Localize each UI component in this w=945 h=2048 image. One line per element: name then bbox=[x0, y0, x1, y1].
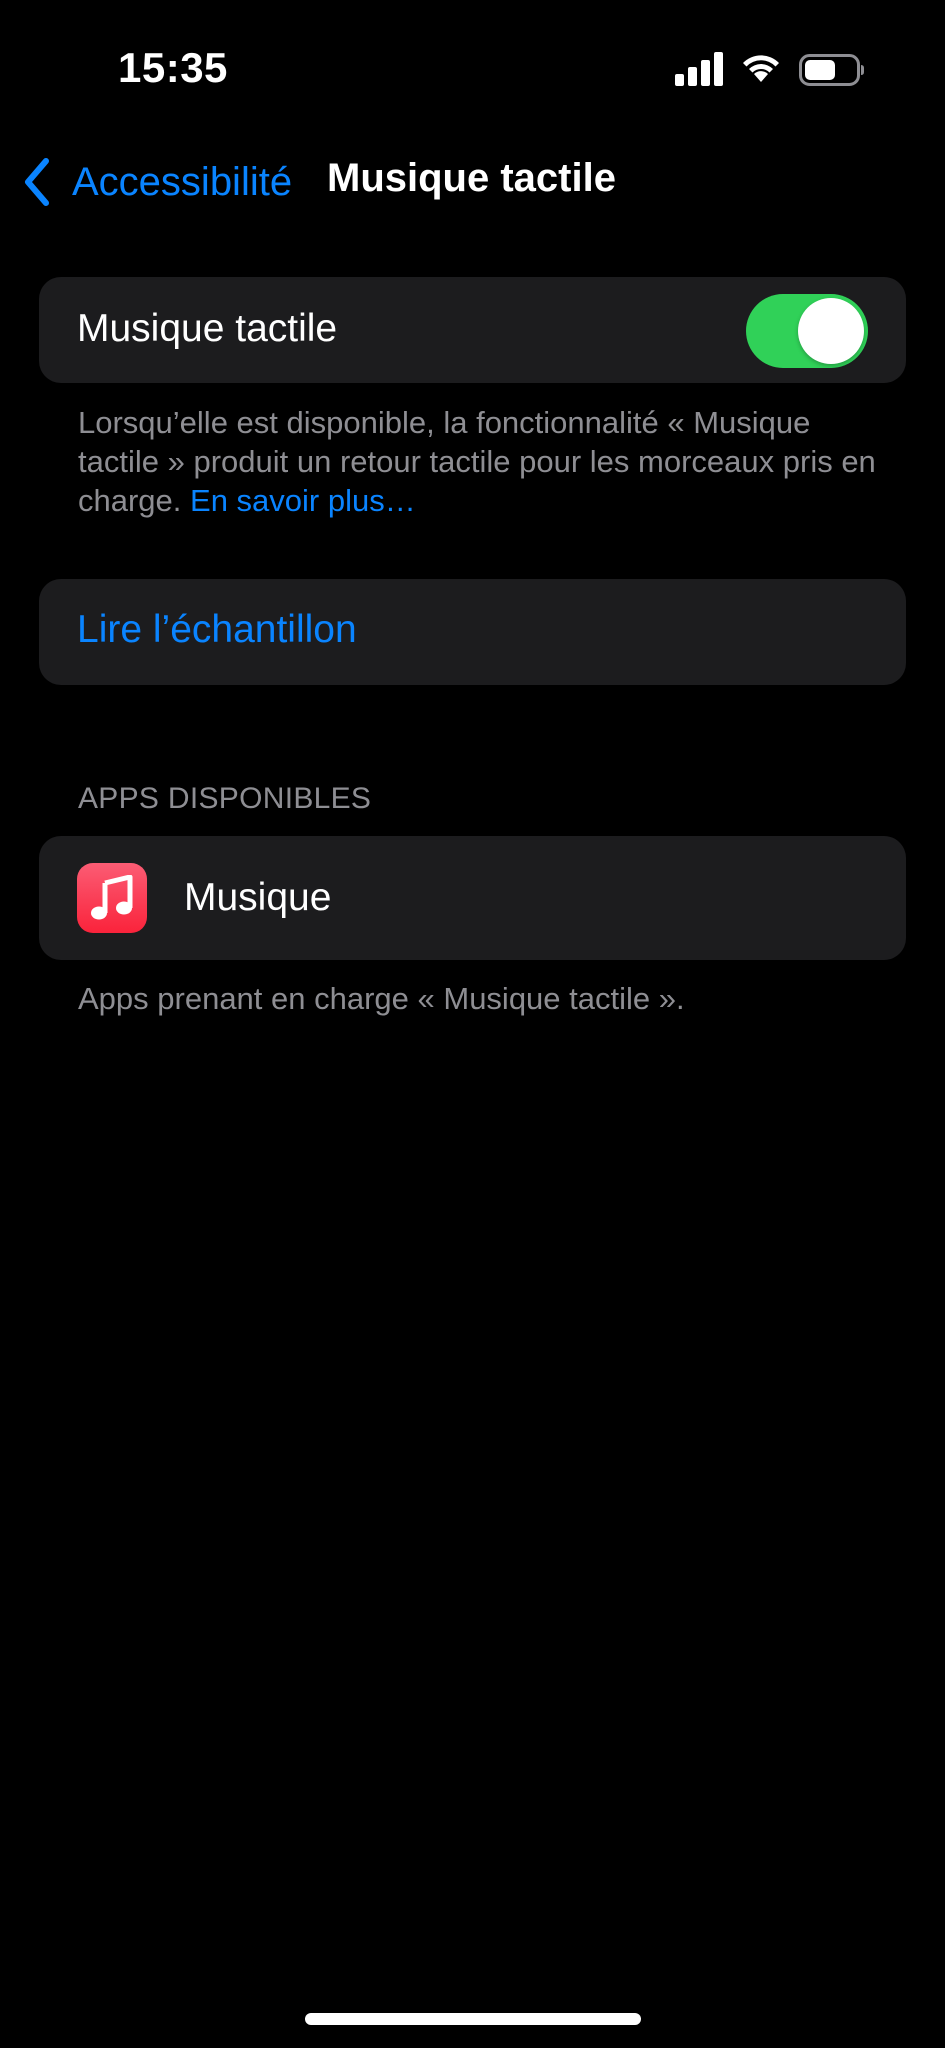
learn-more-link[interactable]: En savoir plus… bbox=[190, 483, 416, 518]
list-item-label: Musique bbox=[184, 876, 332, 919]
play-sample-button[interactable]: Lire l’échantillon bbox=[39, 579, 906, 685]
back-button[interactable]: Accessibilité bbox=[20, 150, 292, 214]
music-note-icon bbox=[91, 875, 133, 920]
battery-icon bbox=[799, 54, 864, 86]
status-icons bbox=[675, 52, 865, 88]
toggle-cell-label: Musique tactile bbox=[77, 307, 338, 350]
cellular-signal-icon bbox=[675, 52, 723, 86]
back-button-label: Accessibilité bbox=[72, 159, 293, 204]
toggle-knob bbox=[798, 298, 864, 364]
status-time: 15:35 bbox=[118, 44, 228, 91]
page-title: Musique tactile bbox=[327, 156, 616, 200]
music-app-icon bbox=[77, 863, 147, 933]
haptic-music-toggle[interactable] bbox=[746, 294, 868, 368]
chevron-back-icon bbox=[25, 158, 49, 206]
apps-section-header: APPS DISPONIBLES bbox=[78, 782, 372, 815]
play-sample-label: Lire l’échantillon bbox=[77, 608, 357, 651]
haptic-music-toggle-cell: Musique tactile bbox=[39, 277, 906, 383]
list-item-musique[interactable]: Musique bbox=[39, 836, 906, 960]
toggle-footer: Lorsqu’elle est disponible, la fonctionn… bbox=[78, 403, 878, 520]
apps-section-footer: Apps prenant en charge « Musique tactile… bbox=[78, 981, 685, 1016]
wifi-icon bbox=[743, 55, 779, 82]
home-indicator[interactable] bbox=[305, 2013, 641, 2025]
